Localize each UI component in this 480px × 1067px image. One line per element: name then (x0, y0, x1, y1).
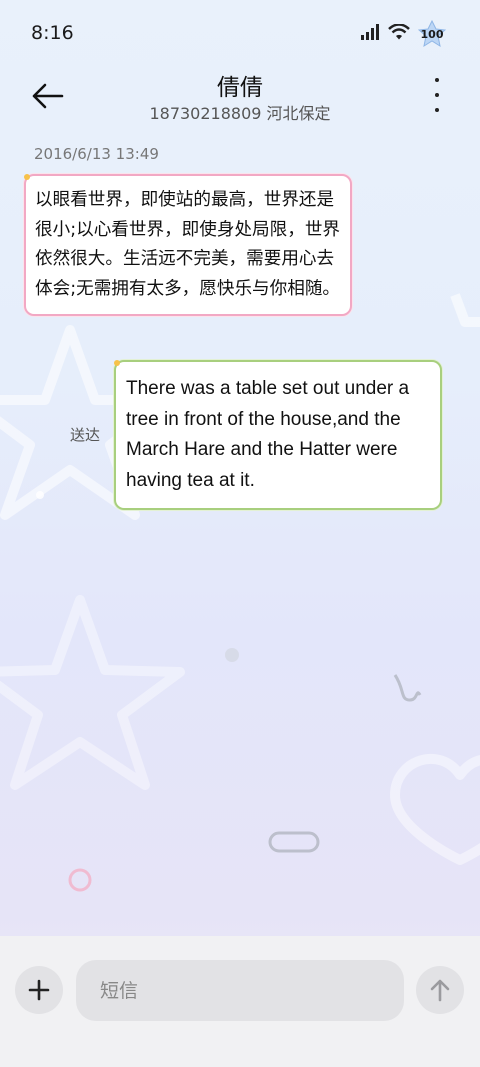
status-icons: 100 (360, 20, 446, 48)
conversation-header: 倩倩 18730218809 河北保定 (0, 66, 480, 130)
message-composer (0, 936, 480, 1067)
contact-number-location: 18730218809 河北保定 (149, 104, 331, 123)
sms-input[interactable] (76, 960, 404, 1021)
more-vertical-icon (435, 78, 439, 82)
status-bar: 8:16 100 (0, 0, 480, 66)
delivery-status: 送达 (70, 426, 101, 444)
plus-icon (28, 979, 50, 1001)
outgoing-message-bubble[interactable]: There was a table set out under a tree i… (114, 360, 442, 510)
outgoing-message-text: There was a table set out under a tree i… (126, 378, 410, 491)
battery-level: 100 (420, 27, 444, 41)
bubble-corner-dot (24, 174, 30, 180)
signal-icon (360, 24, 380, 44)
incoming-message-bubble[interactable]: 以眼看世界，即使站的最高，世界还是很小;以心看世界，即使身处局限，世界依然很大。… (24, 174, 352, 316)
message-timestamp: 2016/6/13 13:49 (34, 145, 159, 163)
add-attachment-button[interactable] (15, 966, 63, 1014)
status-time: 8:16 (31, 22, 74, 44)
battery-icon: 100 (418, 20, 446, 48)
send-button[interactable] (416, 966, 464, 1014)
send-arrow-icon (430, 979, 450, 1002)
contact-name[interactable]: 倩倩 (0, 68, 480, 102)
more-options-button[interactable] (430, 78, 444, 112)
more-dot (435, 93, 439, 97)
incoming-message-text: 以眼看世界，即使站的最高，世界还是很小;以心看世界，即使身处局限，世界依然很大。… (35, 190, 341, 299)
wifi-icon (388, 23, 410, 44)
bubble-corner-dot (114, 360, 120, 366)
more-dot (435, 108, 439, 112)
